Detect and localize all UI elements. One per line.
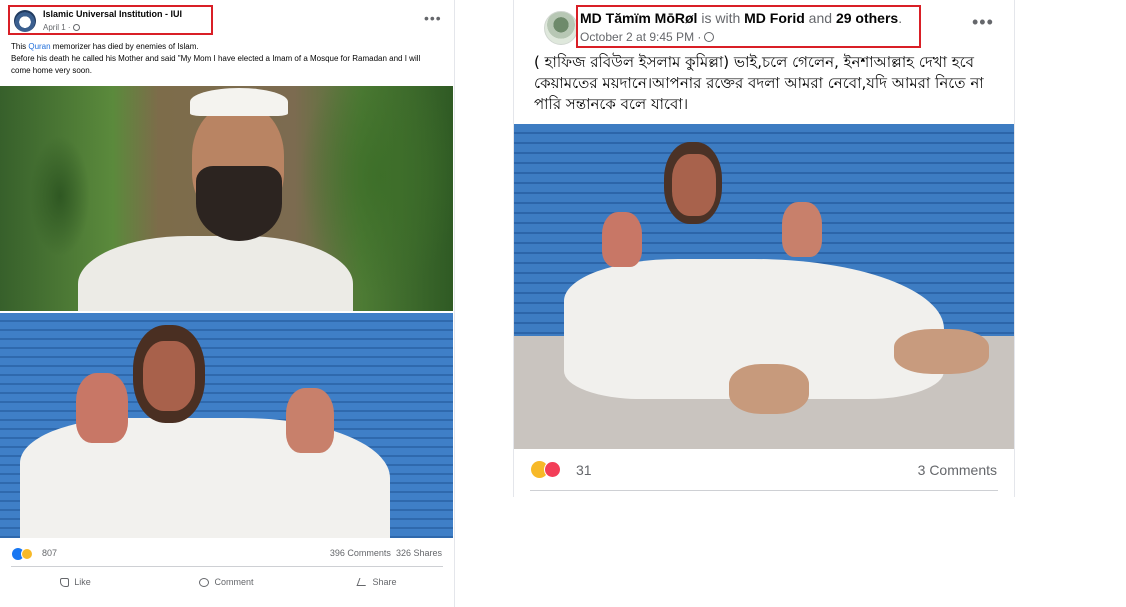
post-date[interactable]: October 2 at 9:45 PM ·	[580, 30, 715, 44]
sad-reaction-icon[interactable]	[21, 548, 33, 560]
like-label: Like	[74, 577, 91, 587]
left-post: Islamic Universal Institution - IUI Apri…	[0, 0, 455, 607]
globe-icon	[704, 32, 715, 42]
post-photo-injured[interactable]	[514, 124, 1014, 449]
comment-label: Comment	[214, 577, 254, 587]
page-name[interactable]: Islamic Universal Institution - IUI	[43, 9, 182, 19]
comment-button[interactable]: Comment	[151, 574, 302, 590]
author-line: MD Tămïm MōRøl is with MD Forid and 29 o…	[580, 10, 902, 26]
page-avatar[interactable]	[14, 10, 36, 32]
post-date-text[interactable]: October 2 at 9:45 PM ·	[580, 30, 701, 44]
author-name[interactable]: MD Tămïm MōRøl	[580, 10, 697, 26]
post-date-text[interactable]: April 1 ·	[43, 23, 71, 32]
thumbs-up-icon	[60, 577, 70, 587]
caption-line2: Before his death he called his Mother an…	[11, 54, 421, 75]
comment-icon	[199, 577, 210, 587]
right-post-header-highlight: MD Tămïm MōRøl is with MD Forid and 29 o…	[576, 5, 921, 48]
comments-count[interactable]: 3 Comments	[918, 462, 997, 478]
divider	[11, 566, 443, 567]
divider	[530, 490, 998, 491]
caption-link[interactable]: Quran	[28, 42, 50, 51]
post-text: ( হাফিজ রবিউল ইসলাম কুমিল্লা) ভাই,চলে গে…	[534, 53, 984, 113]
with-text: is with	[697, 10, 745, 26]
share-label: Share	[372, 577, 397, 587]
love-reaction-icon[interactable]	[544, 461, 561, 478]
post-stats: 396 Comments 326 Shares	[330, 548, 442, 558]
and-text: and	[804, 10, 836, 26]
more-options-icon[interactable]: •••	[972, 12, 994, 33]
shares-count[interactable]: 326 Shares	[396, 548, 442, 558]
tagged-name[interactable]: MD Forid	[744, 10, 805, 26]
reaction-count[interactable]: 807	[42, 548, 57, 558]
more-options-icon[interactable]: •••	[424, 10, 442, 26]
left-post-header-highlight: Islamic Universal Institution - IUI Apri…	[8, 5, 213, 35]
post-photo-injured[interactable]	[0, 313, 453, 538]
others-link[interactable]: 29 others	[836, 10, 898, 26]
globe-icon	[72, 24, 80, 31]
share-button[interactable]: Share	[302, 574, 453, 590]
reaction-count[interactable]: 31	[576, 462, 592, 478]
comments-count[interactable]: 396 Comments	[330, 548, 391, 558]
action-bar: Like Comment Share	[0, 574, 453, 590]
post-photo-portrait[interactable]	[0, 86, 453, 311]
caption-rest: memorizer has died by enemies of Islam.	[50, 42, 199, 51]
share-icon	[357, 578, 369, 586]
like-button[interactable]: Like	[0, 574, 151, 590]
post-caption: This Quran memorizer has died by enemies…	[11, 41, 441, 77]
caption-prefix: This	[11, 42, 29, 51]
right-post: MD Tămïm MōRøl is with MD Forid and 29 o…	[513, 0, 1015, 497]
author-avatar[interactable]	[544, 11, 578, 45]
post-date[interactable]: April 1 ·	[43, 23, 80, 32]
period-text: .	[898, 10, 903, 26]
